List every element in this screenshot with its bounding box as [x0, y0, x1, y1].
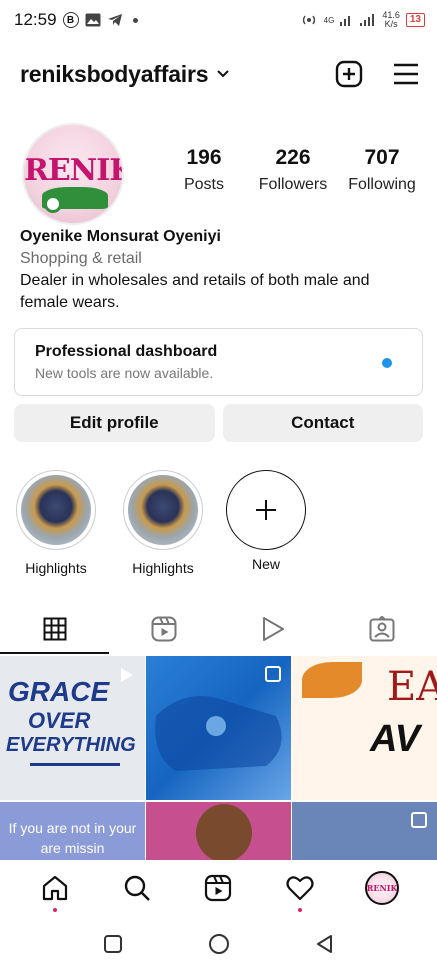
post-thumbnail[interactable]	[146, 802, 291, 862]
nav-search[interactable]	[117, 868, 157, 908]
signal-icon-2	[360, 14, 375, 26]
tab-videos[interactable]	[219, 603, 328, 655]
nav-profile[interactable]: RENIK	[362, 868, 402, 908]
posts-label: Posts	[183, 176, 224, 193]
more-dot-icon	[132, 17, 138, 23]
hotspot-icon	[302, 15, 315, 25]
posts-grid: GRACE OVER EVERYTHING EA AV If you are n…	[0, 656, 437, 862]
avatar-logo-text: RENIK	[24, 153, 124, 188]
bio-text: Dealer in wholesales and retails of both…	[20, 272, 370, 311]
following-count: 707	[364, 146, 400, 169]
posts-stat[interactable]: 196 Posts	[160, 146, 248, 194]
nav-activity[interactable]	[280, 868, 320, 912]
profile-name: Oyenike Monsurat Oyeniyi	[20, 228, 221, 245]
notification-dot	[298, 908, 303, 912]
recents-icon[interactable]	[103, 934, 123, 954]
post-thumbnail[interactable]: EA AV	[292, 656, 437, 800]
back-icon[interactable]	[315, 934, 335, 954]
dashboard-title: Professional dashboard	[35, 343, 218, 360]
followers-count: 226	[275, 146, 311, 169]
menu-icon[interactable]	[393, 63, 419, 85]
reel-badge-icon	[121, 668, 133, 682]
status-time: 12:59	[14, 10, 57, 29]
highlight-label: Highlights	[25, 560, 87, 576]
profile-avatar[interactable]: RENIK	[22, 123, 124, 225]
following-label: Following	[348, 176, 416, 193]
post-thumbnail[interactable]: If you are not in your are missin	[0, 802, 145, 862]
username-switcher[interactable]: reniksbodyaffairs	[20, 61, 209, 88]
tab-posts-grid[interactable]	[0, 603, 109, 655]
battery-indicator: 13	[405, 13, 425, 27]
plus-icon	[256, 500, 276, 520]
network-speed: 41.6 K/s	[382, 10, 400, 29]
profile-category[interactable]: Shopping & retail	[20, 248, 419, 270]
reels-icon	[151, 616, 177, 642]
post-thumbnail[interactable]: GRACE OVER EVERYTHING	[0, 656, 145, 800]
home-icon	[42, 875, 67, 901]
posts-count: 196	[186, 146, 222, 169]
b-badge-icon: B	[62, 12, 79, 28]
home-circle-icon[interactable]	[208, 933, 230, 955]
create-post-icon[interactable]	[335, 60, 363, 88]
followers-label: Followers	[258, 176, 328, 193]
tab-tagged[interactable]	[328, 603, 437, 655]
heart-icon	[286, 876, 314, 901]
highlight-item[interactable]: Highlights	[16, 470, 96, 576]
chevron-down-icon[interactable]	[216, 69, 230, 79]
post-thumbnail[interactable]	[292, 802, 437, 862]
new-highlight-button[interactable]	[226, 470, 306, 550]
dashboard-subtitle: New tools are now available.	[35, 365, 214, 381]
profile-avatar-small: RENIK	[365, 871, 400, 905]
contact-button[interactable]: Contact	[222, 404, 423, 442]
content-tabs	[0, 603, 437, 655]
edit-profile-button[interactable]: Edit profile	[14, 404, 215, 442]
carousel-badge-icon	[265, 666, 281, 682]
new-highlight-label: New	[251, 556, 280, 572]
nav-home[interactable]	[35, 868, 75, 912]
system-navigation	[0, 916, 437, 972]
grid-icon	[43, 617, 67, 641]
notification-dot	[52, 908, 57, 912]
profile-actions: Edit profile Contact	[14, 404, 423, 442]
gallery-icon	[85, 13, 101, 27]
professional-dashboard[interactable]: Professional dashboard New tools are now…	[14, 328, 423, 396]
followers-stat[interactable]: 226 Followers	[249, 146, 337, 194]
bottom-navigation: RENIK	[0, 860, 437, 916]
tagged-icon	[369, 616, 395, 642]
active-tab-indicator	[0, 652, 109, 654]
play-icon	[263, 617, 285, 641]
new-indicator-dot	[382, 358, 392, 368]
search-icon	[124, 875, 150, 901]
network-type: 4G	[323, 15, 335, 25]
post-thumbnail[interactable]	[146, 656, 291, 800]
highlight-label: Highlights	[132, 560, 194, 576]
new-highlight[interactable]: New	[226, 470, 306, 572]
profile-bio: Oyenike Monsurat Oyeniyi Shopping & reta…	[20, 226, 419, 314]
reels-icon	[205, 874, 232, 902]
profile-header: reniksbodyaffairs	[20, 54, 419, 94]
highlight-cover	[16, 470, 96, 550]
following-stat[interactable]: 707 Following	[338, 146, 426, 194]
profile-stats: 196 Posts 226 Followers 707 Following	[160, 146, 426, 194]
nav-reels[interactable]	[198, 868, 238, 908]
carousel-badge-icon	[411, 812, 427, 828]
status-bar: 12:59 B 4G 41.6 K/s 13	[0, 0, 437, 40]
telegram-icon	[107, 14, 122, 26]
tab-reels[interactable]	[109, 603, 218, 655]
signal-icon	[340, 16, 351, 26]
highlight-item[interactable]: Highlights	[123, 470, 203, 576]
highlight-cover	[123, 470, 203, 550]
